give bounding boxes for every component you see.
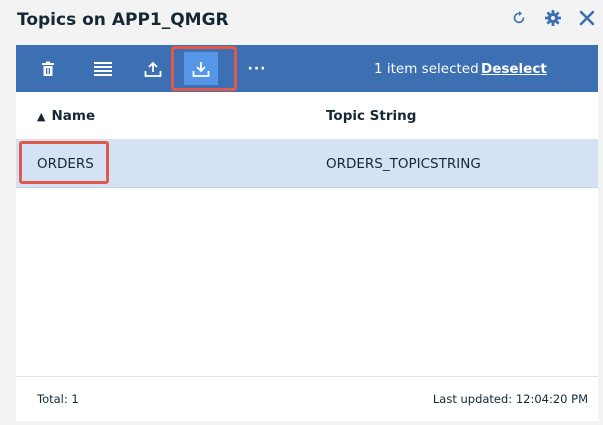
more-icon[interactable]: ··· [240, 52, 274, 85]
refresh-icon[interactable] [509, 8, 529, 28]
gear-icon[interactable] [543, 8, 563, 28]
column-header-name-label: Name [51, 108, 96, 124]
download-highlight [171, 46, 237, 91]
cell-topic-string: ORDERS_TOPICSTRING [326, 156, 481, 172]
properties-button[interactable] [86, 52, 120, 85]
properties-icon [94, 61, 112, 76]
sort-ascending-icon: ▲ [37, 110, 46, 123]
header-actions [509, 8, 597, 28]
table-footer: Total: 1 Last updated: 12:04:20 PM [16, 376, 598, 421]
row-divider [16, 187, 598, 188]
orders-highlight [19, 141, 109, 184]
last-updated: Last updated: 12:04:20 PM [432, 392, 588, 406]
panel-header: Topics on APP1_QMGR [0, 0, 603, 42]
delete-icon [42, 61, 54, 76]
column-header-topic-string[interactable]: Topic String [326, 92, 416, 140]
topics-panel: Topics on APP1_QMGR ··· 1 item selected … [0, 0, 603, 425]
panel-title: Topics on APP1_QMGR [17, 10, 229, 30]
total-count: Total: 1 [37, 392, 79, 406]
delete-button[interactable] [31, 52, 65, 85]
close-icon[interactable] [577, 8, 597, 28]
column-header-name[interactable]: ▲ Name [37, 92, 95, 140]
upload-icon [144, 61, 162, 77]
selection-status: 1 item selected [374, 61, 479, 77]
upload-button[interactable] [136, 52, 170, 85]
topics-table: ▲ Name Topic String ORDERS ORDERS_TOPICST… [16, 92, 598, 380]
deselect-link[interactable]: Deselect [481, 61, 547, 77]
